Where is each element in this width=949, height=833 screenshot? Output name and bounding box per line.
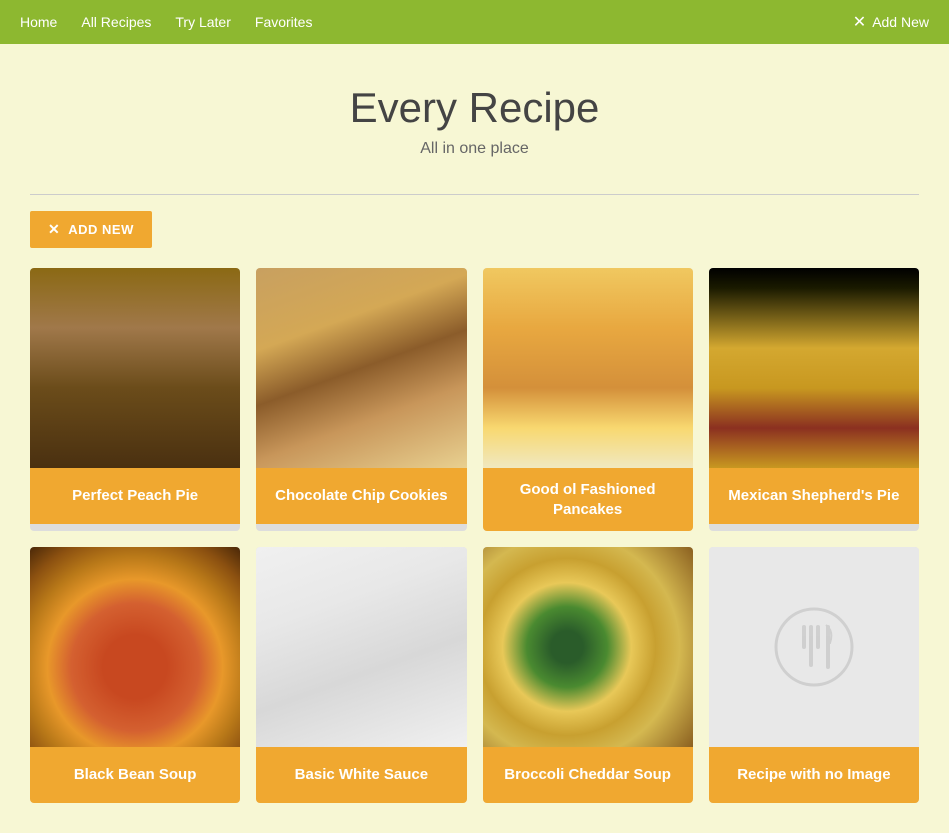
recipe-card-mexican-shepherds-pie[interactable]: Mexican Shepherd's Pie — [709, 268, 919, 531]
recipe-title-chocolate-chip-cookies: Chocolate Chip Cookies — [256, 468, 466, 524]
recipe-img-bg-mexican-shepherds-pie — [709, 268, 919, 468]
nav-item-favorites[interactable]: Favorites — [255, 14, 313, 30]
recipe-img-bg-perfect-peach-pie — [30, 268, 240, 468]
recipe-title-mexican-shepherds-pie: Mexican Shepherd's Pie — [709, 468, 919, 524]
page-title: Every Recipe — [20, 84, 929, 132]
recipe-image-basic-white-sauce — [256, 547, 466, 747]
recipe-title-black-bean-soup: Black Bean Soup — [30, 747, 240, 803]
recipe-title-default-recipe: Recipe with no Image — [709, 747, 919, 803]
nav-item-all-recipes[interactable]: All Recipes — [81, 14, 151, 30]
section-divider — [30, 194, 919, 195]
recipe-placeholder-default-recipe — [709, 547, 919, 747]
fork-knife-icon — [774, 607, 854, 687]
recipe-image-black-bean-soup — [30, 547, 240, 747]
recipe-card-basic-white-sauce[interactable]: Basic White Sauce — [256, 547, 466, 803]
nav-item-try-later[interactable]: Try Later — [175, 14, 231, 30]
recipe-img-bg-basic-white-sauce — [256, 547, 466, 747]
recipe-title-perfect-peach-pie: Perfect Peach Pie — [30, 468, 240, 524]
recipe-img-bg-good-ol-fashioned-pancakes — [483, 268, 693, 468]
recipe-grid: Perfect Peach Pie Chocolate Chip Cookies G… — [0, 268, 949, 833]
recipe-img-bg-black-bean-soup — [30, 547, 240, 747]
recipe-card-good-ol-fashioned-pancakes[interactable]: Good ol Fashioned Pancakes — [483, 268, 693, 531]
recipe-image-chocolate-chip-cookies — [256, 268, 466, 468]
nav-add-new[interactable]: ✕ Add New — [853, 12, 929, 32]
navigation: Home All Recipes Try Later Favorites ✕ A… — [0, 0, 949, 44]
recipe-image-mexican-shepherds-pie — [709, 268, 919, 468]
recipe-card-perfect-peach-pie[interactable]: Perfect Peach Pie — [30, 268, 240, 531]
utensils-icon: ✕ — [853, 12, 866, 32]
recipe-title-good-ol-fashioned-pancakes: Good ol Fashioned Pancakes — [483, 468, 693, 531]
nav-links: Home All Recipes Try Later Favorites — [20, 14, 853, 30]
recipe-image-broccoli-cheddar-soup — [483, 547, 693, 747]
recipe-image-default-recipe — [709, 547, 919, 747]
add-icon: ✕ — [48, 221, 60, 238]
recipe-title-basic-white-sauce: Basic White Sauce — [256, 747, 466, 803]
recipe-image-perfect-peach-pie — [30, 268, 240, 468]
recipe-img-bg-chocolate-chip-cookies — [256, 268, 466, 468]
recipe-img-bg-broccoli-cheddar-soup — [483, 547, 693, 747]
nav-item-home[interactable]: Home — [20, 14, 57, 30]
recipe-card-default-recipe[interactable]: Recipe with no Image — [709, 547, 919, 803]
recipe-title-broccoli-cheddar-soup: Broccoli Cheddar Soup — [483, 747, 693, 803]
hero-section: Every Recipe All in one place — [0, 44, 949, 178]
add-new-button[interactable]: ✕ ADD NEW — [30, 211, 152, 248]
recipe-card-broccoli-cheddar-soup[interactable]: Broccoli Cheddar Soup — [483, 547, 693, 803]
recipe-image-good-ol-fashioned-pancakes — [483, 268, 693, 468]
recipe-card-chocolate-chip-cookies[interactable]: Chocolate Chip Cookies — [256, 268, 466, 531]
recipe-card-black-bean-soup[interactable]: Black Bean Soup — [30, 547, 240, 803]
page-subtitle: All in one place — [20, 140, 929, 158]
